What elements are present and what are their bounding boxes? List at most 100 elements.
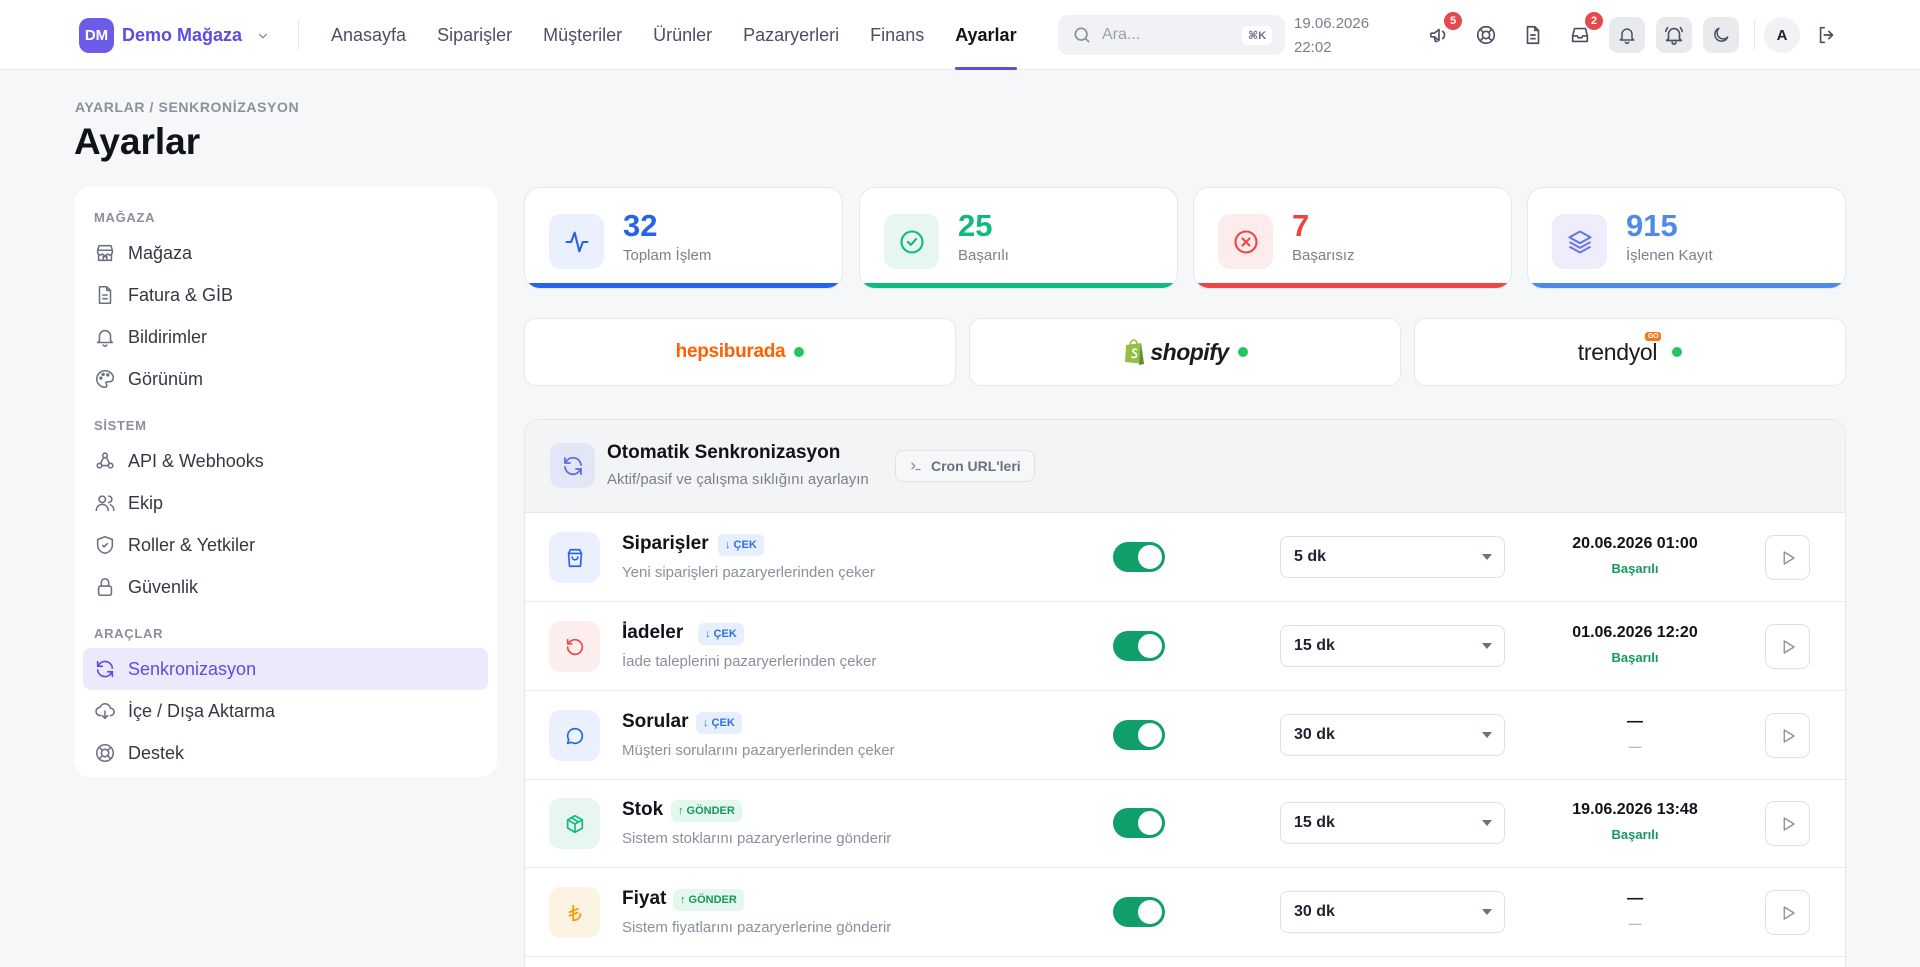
nav-musteriler[interactable]: Müşteriler xyxy=(543,0,622,70)
enable-toggle[interactable] xyxy=(1113,542,1165,572)
run-now-button[interactable] xyxy=(1765,890,1810,935)
sidebar-section-title: SİSTEM xyxy=(94,418,147,433)
notifications-button[interactable] xyxy=(1609,17,1645,53)
sidebar-item-label: Senkronizasyon xyxy=(128,658,257,679)
marketplace-card-trendyol[interactable]: trendyol GO xyxy=(1414,318,1846,386)
interval-select[interactable]: 30 dk xyxy=(1280,714,1505,756)
nav-anasayfa[interactable]: Anasayfa xyxy=(331,0,406,70)
sidebar-item-magaza[interactable]: Mağaza xyxy=(83,232,488,274)
sidebar-item-senkronizasyon[interactable]: Senkronizasyon xyxy=(83,648,488,690)
toggle-knob xyxy=(1138,634,1162,658)
current-date: 19.06.2026 xyxy=(1294,15,1370,32)
nav-siparisler[interactable]: Siparişler xyxy=(437,0,512,70)
nav-ayarlar[interactable]: Ayarlar xyxy=(955,0,1017,70)
layers-icon xyxy=(1567,229,1592,254)
status-dot xyxy=(1237,347,1248,357)
stat-label: İşlenen Kayıt xyxy=(1626,247,1713,264)
sync-row-fiyat: Fiyat ↑ GÖNDER Sistem fiyatlarını pazary… xyxy=(525,868,1845,957)
alerts-button[interactable] xyxy=(1656,17,1692,53)
interval-value: 15 dk xyxy=(1294,637,1335,654)
enable-toggle[interactable] xyxy=(1113,808,1165,838)
stat-icon-box xyxy=(549,214,604,269)
sidebar-item-ice-disa-aktarma[interactable]: İçe / Dışa Aktarma xyxy=(83,690,488,732)
webhook-icon xyxy=(96,452,114,469)
sidebar-item-bildirimler[interactable]: Bildirimler xyxy=(83,316,488,358)
row-name: Sorular xyxy=(622,711,689,732)
shopping-bag-icon xyxy=(567,548,582,567)
run-now-button[interactable] xyxy=(1765,801,1810,846)
lock-icon xyxy=(97,577,113,597)
help-button[interactable] xyxy=(1468,17,1504,53)
last-run-date: 20.06.2026 01:00 xyxy=(1572,535,1698,552)
enable-toggle[interactable] xyxy=(1113,631,1165,661)
last-run-status: — xyxy=(1628,916,1642,931)
sidebar-item-fatura[interactable]: Fatura & GİB xyxy=(83,274,488,316)
stat-accent-bar xyxy=(860,283,1177,288)
direction-tag: ↓ ÇEK xyxy=(696,712,742,734)
cron-urls-button[interactable]: Cron URL'leri xyxy=(895,450,1035,482)
interval-select[interactable]: 30 dk xyxy=(1280,891,1505,933)
marketplace-card-shopify[interactable]: shopify xyxy=(969,318,1401,386)
inbox-button[interactable]: 2 xyxy=(1562,12,1603,53)
sidebar-item-roller[interactable]: Roller & Yetkiler xyxy=(83,524,488,566)
stat-label: Başarılı xyxy=(958,247,1009,264)
nav-finans[interactable]: Finans xyxy=(870,0,924,70)
interval-select[interactable]: 15 dk xyxy=(1280,802,1505,844)
caret-down-icon xyxy=(1482,554,1492,560)
stat-value: 915 xyxy=(1626,208,1678,243)
chevron-down-icon xyxy=(258,33,268,38)
interval-value: 5 dk xyxy=(1294,548,1327,565)
search-shortcut: ⌘K xyxy=(1242,25,1273,45)
sidebar-item-ekip[interactable]: Ekip xyxy=(83,482,488,524)
direction-tag: ↑ GÖNDER xyxy=(671,800,742,822)
shopify-bag-icon xyxy=(1125,339,1145,365)
hepsiburada-logo: hepsiburada xyxy=(675,341,786,362)
theme-toggle-button[interactable] xyxy=(1703,17,1739,53)
activity-icon xyxy=(564,231,589,252)
run-now-button[interactable] xyxy=(1765,535,1810,580)
interval-value: 30 dk xyxy=(1294,903,1335,920)
check-circle-icon xyxy=(899,229,924,254)
trendyol-go-tag: GO xyxy=(1644,331,1662,341)
enable-toggle[interactable] xyxy=(1113,720,1165,750)
run-now-button[interactable] xyxy=(1765,624,1810,669)
auto-sync-panel: Otomatik Senkronizasyon Aktif/pasif ve ç… xyxy=(524,419,1846,967)
divider xyxy=(1754,20,1755,50)
last-run-date: 01.06.2026 12:20 xyxy=(1572,624,1698,641)
stat-card-records: 915 İşlenen Kayıt xyxy=(1527,187,1846,289)
row-icon-box xyxy=(549,798,600,849)
caret-down-icon xyxy=(1482,909,1492,915)
interval-select[interactable]: 5 dk xyxy=(1280,536,1505,578)
panel-title: Otomatik Senkronizasyon xyxy=(607,442,841,463)
terminal-icon xyxy=(911,462,921,471)
sync-row-siparisler: Siparişler ↓ ÇEK Yeni siparişleri pazary… xyxy=(525,513,1845,602)
sidebar-item-api[interactable]: API & Webhooks xyxy=(83,440,488,482)
documents-button[interactable] xyxy=(1515,17,1551,53)
lira-icon xyxy=(568,904,581,921)
sidebar-item-destek[interactable]: Destek xyxy=(83,732,488,774)
stat-card-failed: 7 Başarısız xyxy=(1193,187,1512,289)
sync-row-iadeler: İadeler ↓ ÇEK İade taleplerini pazaryerl… xyxy=(525,602,1845,691)
stat-accent-bar xyxy=(1528,283,1845,288)
user-avatar[interactable]: A xyxy=(1764,17,1800,53)
sidebar-item-gorunum[interactable]: Görünüm xyxy=(83,358,488,400)
undo-icon xyxy=(566,638,583,655)
users-icon xyxy=(95,495,115,512)
sidebar-section-title: ARAÇLAR xyxy=(94,626,164,641)
announcements-button[interactable]: 5 xyxy=(1421,12,1462,53)
sync-row-stok: Stok ↑ GÖNDER Sistem stoklarını pazaryer… xyxy=(525,779,1845,868)
sidebar-item-label: Mağaza xyxy=(128,242,193,263)
logout-button[interactable] xyxy=(1809,17,1845,53)
sidebar-item-label: İçe / Dışa Aktarma xyxy=(128,700,276,721)
last-run-date: — xyxy=(1627,890,1643,907)
store-switcher[interactable]: DM Demo Mağaza xyxy=(79,18,270,53)
run-now-button[interactable] xyxy=(1765,713,1810,758)
caret-down-icon xyxy=(1482,820,1492,826)
sidebar-item-guvenlik[interactable]: Güvenlik xyxy=(83,566,488,608)
nav-pazaryerleri[interactable]: Pazaryerleri xyxy=(743,0,839,70)
search-input[interactable] xyxy=(1102,26,1232,44)
enable-toggle[interactable] xyxy=(1113,897,1165,927)
nav-urunler[interactable]: Ürünler xyxy=(653,0,712,70)
marketplace-card-hepsiburada[interactable]: hepsiburada xyxy=(524,318,956,386)
interval-select[interactable]: 15 dk xyxy=(1280,625,1505,667)
